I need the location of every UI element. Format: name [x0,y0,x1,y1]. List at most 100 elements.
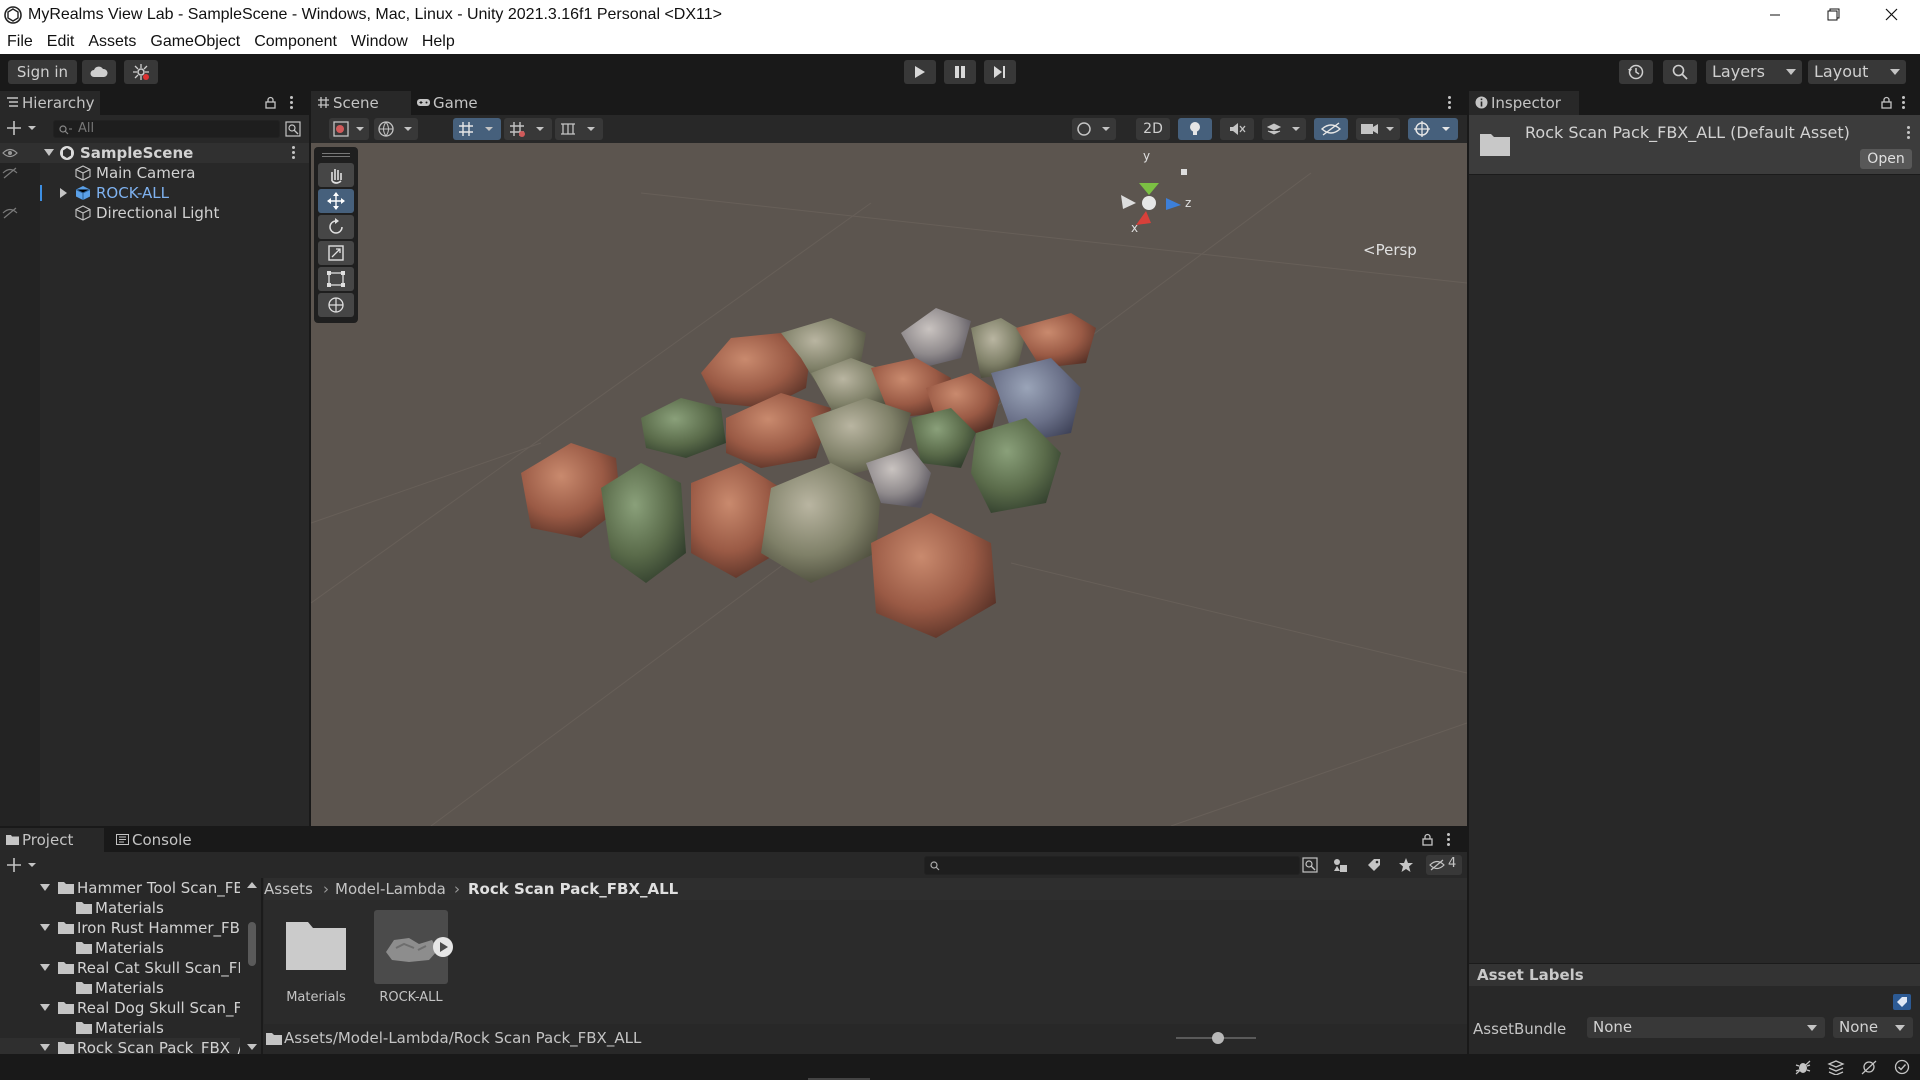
hierarchy-item-rock-all[interactable]: ROCK-ALL [0,183,309,203]
filter-type-icon[interactable] [1332,857,1348,873]
lock-icon[interactable] [265,96,276,109]
menu-file[interactable]: File [0,29,40,54]
search-button[interactable] [1663,60,1697,84]
expand-arrow-icon[interactable] [40,1044,50,1051]
tab-hierarchy[interactable]: Hierarchy [0,91,100,115]
inspector-menu-icon[interactable] [1902,96,1906,110]
gizmos-dropdown[interactable] [1408,118,1458,140]
menu-edit[interactable]: Edit [40,29,82,54]
menu-assets[interactable]: Assets [81,29,143,54]
palette-handle[interactable] [322,153,350,157]
breadcrumb-item[interactable]: Assets [264,878,313,900]
asset-item-materials[interactable]: Materials [276,910,356,1010]
step-button[interactable] [984,60,1016,84]
rotate-tool-button[interactable] [318,215,354,239]
lighting-toggle[interactable] [1178,118,1212,140]
minimize-button[interactable] [1746,0,1804,29]
play-expand-icon[interactable] [432,936,454,958]
move-tool-button[interactable] [318,189,354,213]
effects-dropdown[interactable] [1262,118,1306,140]
rect-tool-button[interactable] [318,267,354,291]
expand-arrow-icon[interactable] [60,188,67,198]
grid-visibility-dropdown[interactable] [504,118,552,140]
hand-tool-button[interactable] [318,163,354,187]
close-button[interactable] [1862,0,1920,29]
open-button[interactable]: Open [1860,149,1912,169]
expand-arrow-icon[interactable] [40,964,50,971]
projection-toggle[interactable]: <Persp [1363,241,1417,259]
tree-item-folder[interactable]: Iron Rust Hammer_FBX [0,918,240,938]
favorite-star-icon[interactable] [1398,857,1414,873]
expand-arrow-icon[interactable] [44,149,54,156]
assetbundle-variant-dropdown[interactable]: None [1833,1017,1913,1038]
orientation-gizmo[interactable] [1121,169,1187,225]
scroll-up-icon[interactable] [247,882,257,888]
draw-mode-dropdown[interactable] [329,118,369,140]
render-mode-dropdown[interactable] [374,118,418,140]
scene-menu-icon[interactable] [292,146,296,160]
tree-item-folder[interactable]: Hammer Tool Scan_FB [0,878,240,898]
label-tag-icon[interactable] [1893,994,1911,1010]
hidden-eye-icon[interactable] [2,166,18,180]
increment-snap-dropdown[interactable] [555,118,603,140]
expand-arrow-icon[interactable] [40,1004,50,1011]
label-filter-icon[interactable] [1366,857,1382,873]
play-button[interactable] [904,60,936,84]
zoom-slider-thumb[interactable] [1212,1032,1224,1044]
tab-inspector[interactable]: Inspector [1469,91,1579,115]
breadcrumb-item[interactable]: Model-Lambda [335,878,446,900]
hidden-packages-toggle[interactable]: 4 [1426,855,1462,875]
transform-tool-button[interactable] [318,293,354,317]
breadcrumb-item[interactable]: Rock Scan Pack_FBX_ALL [468,878,678,900]
create-asset-button[interactable] [6,856,36,874]
hierarchy-item-main-camera[interactable]: Main Camera [0,163,309,183]
menu-component[interactable]: Component [247,29,344,54]
assetbundle-dropdown[interactable]: None [1587,1017,1825,1038]
tree-item-folder[interactable]: Real Cat Skull Scan_FE [0,958,240,978]
search-by-type-icon[interactable] [1302,857,1318,873]
tree-item-folder[interactable]: Real Dog Skull Scan_Fl [0,998,240,1018]
toggle-2d-button[interactable]: 2D [1136,118,1170,140]
camera-dropdown[interactable] [1356,118,1400,140]
scroll-thumb[interactable] [248,922,256,966]
tree-item-folder-selected[interactable]: Rock Scan Pack_FBX_/ [0,1038,240,1054]
collab-button[interactable] [124,60,158,84]
tree-divider[interactable] [261,878,263,1054]
asset-item-rock-all[interactable]: ROCK-ALL [368,910,453,1010]
grid-snap-toggle[interactable] [453,118,501,140]
tab-game[interactable]: Game [411,91,491,115]
create-button[interactable] [6,119,36,137]
expand-arrow-icon[interactable] [40,924,50,931]
check-status-icon[interactable] [1893,1059,1911,1075]
tree-scrollbar[interactable] [246,878,258,1054]
project-search-input[interactable] [924,856,1300,875]
auto-generate-lighting-icon[interactable] [1860,1059,1878,1075]
hierarchy-menu-icon[interactable] [290,96,294,110]
scene-search-icon[interactable] [285,121,301,137]
hidden-eye-icon[interactable] [2,206,18,220]
hierarchy-scene-row[interactable]: SampleScene [0,143,309,163]
tab-console[interactable]: Console [110,828,210,852]
scene-visibility-toggle[interactable] [1314,118,1348,140]
tree-item-folder[interactable]: Materials [0,898,240,918]
pause-button[interactable] [944,60,976,84]
tree-item-folder[interactable]: Materials [0,938,240,958]
hierarchy-search-input[interactable]: All [53,120,280,138]
menu-window[interactable]: Window [344,29,415,54]
scale-tool-button[interactable] [318,241,354,265]
eye-icon[interactable] [2,146,18,160]
audio-toggle[interactable] [1220,118,1254,140]
cache-server-icon[interactable] [1827,1059,1845,1075]
tab-scene[interactable]: Scene [311,91,411,115]
sign-in-button[interactable]: Sign in [8,60,77,84]
expand-arrow-icon[interactable] [40,884,50,891]
layers-dropdown[interactable]: Layers [1706,60,1802,84]
menu-gameobject[interactable]: GameObject [143,29,247,54]
layout-dropdown[interactable]: Layout [1808,60,1906,84]
scene-menu-icon[interactable] [1448,96,1452,110]
lock-icon[interactable] [1422,833,1433,846]
scene-viewport[interactable]: y z x <Persp [311,143,1467,826]
tree-item-folder[interactable]: Materials [0,978,240,998]
project-menu-icon[interactable] [1447,833,1451,847]
tab-project[interactable]: Project [0,828,104,852]
